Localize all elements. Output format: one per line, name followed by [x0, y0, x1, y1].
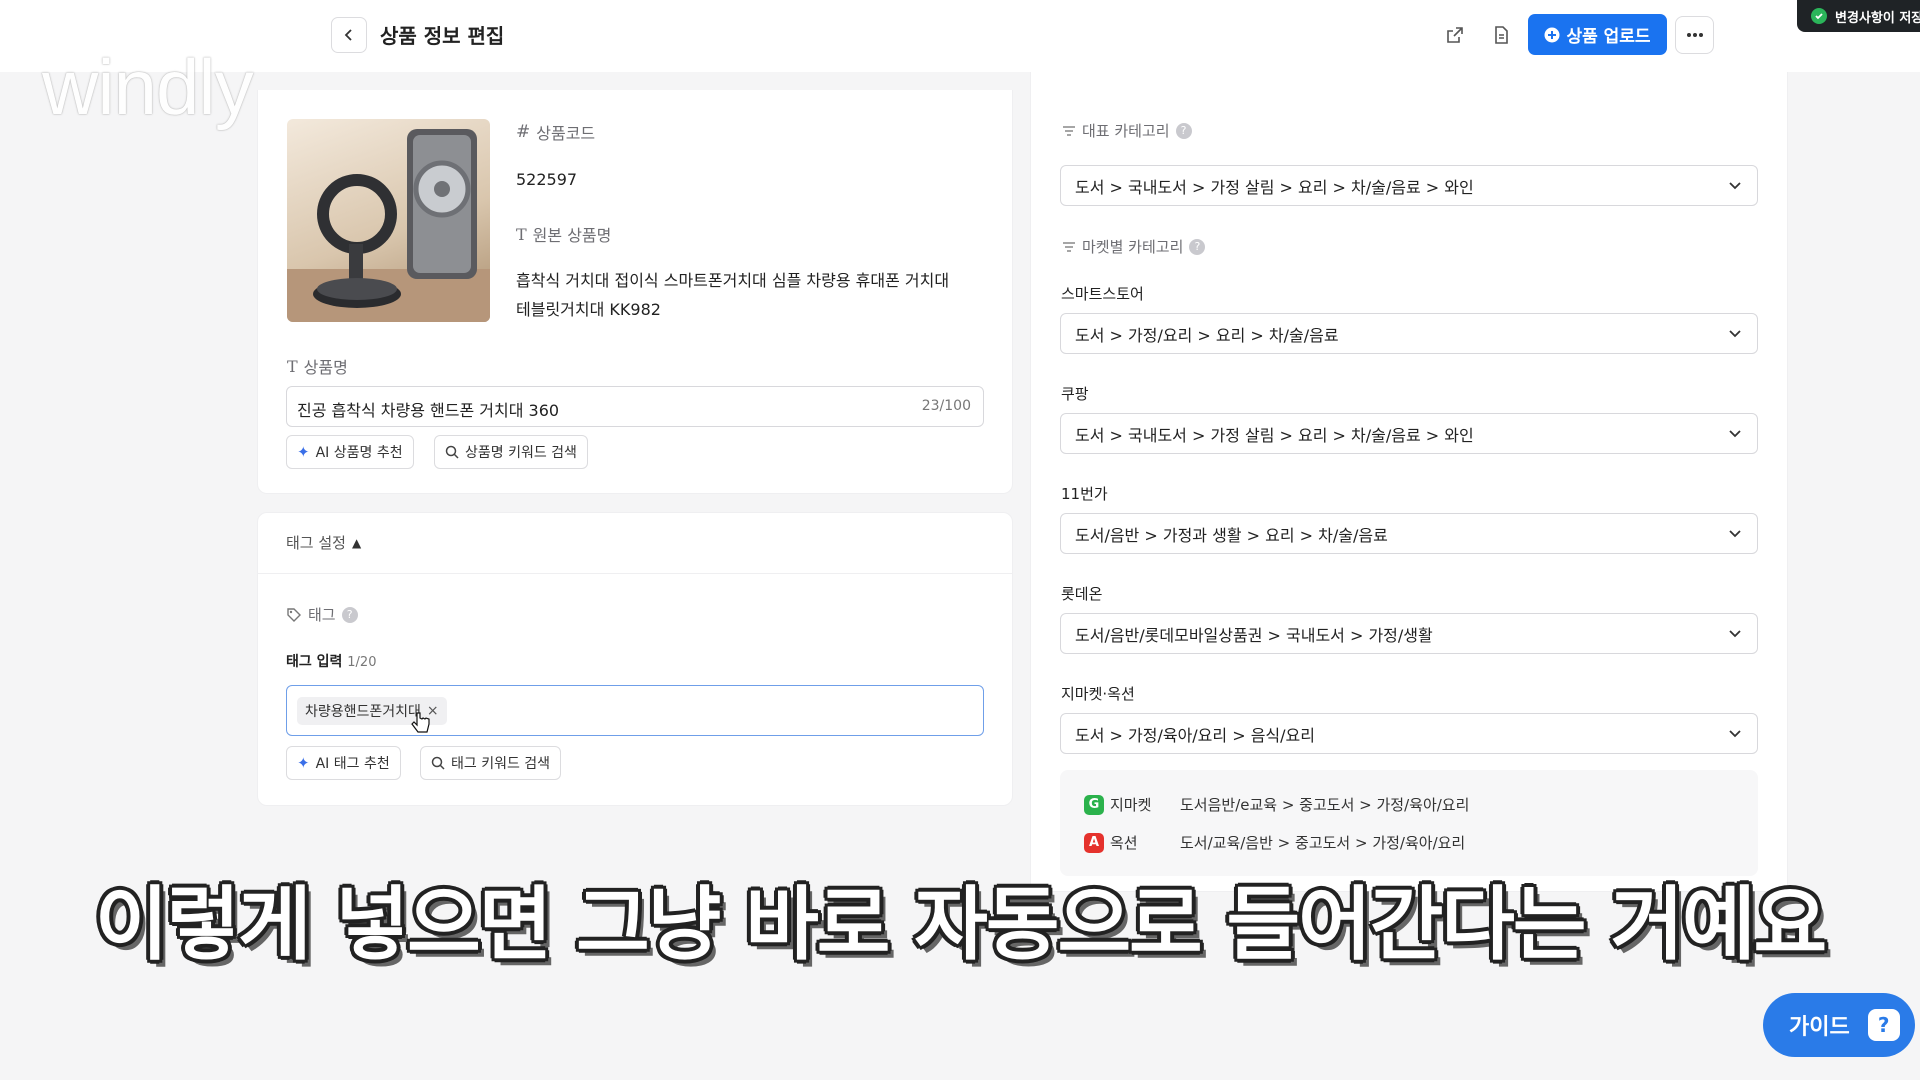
product-name-keyword-button[interactable]: 상품명 키워드 검색: [434, 435, 588, 469]
coupang-category-select[interactable]: 도서 > 국내도서 > 가정 살림 > 요리 > 차/술/음료 > 와인: [1060, 413, 1758, 454]
tag-keyword-button[interactable]: 태그 키워드 검색: [420, 746, 562, 780]
market-category-label: 마켓별 카테고리 ?: [1062, 236, 1206, 257]
market-name-gmarket-auction: 지마켓·옥션: [1061, 685, 1135, 703]
more-options-button[interactable]: [1675, 16, 1714, 54]
tag-input-label: 태그 입력 1/20: [286, 654, 377, 670]
tag-chip-label: 차량용핸드폰거치대: [305, 704, 421, 720]
toast-text: 변경사항이 저장됨: [1835, 10, 1920, 26]
chat-help-icon: ?: [1867, 1009, 1900, 1041]
save-toast: 변경사항이 저장됨: [1797, 0, 1920, 32]
auction-name: 옥션: [1110, 834, 1138, 852]
smartstore-category-select[interactable]: 도서 > 가정/요리 > 요리 > 차/술/음료: [1060, 313, 1758, 354]
tag-section-toggle[interactable]: 태그 설정 ▲: [286, 532, 361, 553]
main-category-label: 대표 카테고리 ?: [1062, 120, 1192, 141]
auction-category: 도서/교육/음반 > 중고도서 > 가정/육아/요리: [1180, 834, 1466, 852]
filter-icon: [1063, 125, 1075, 136]
tag-input[interactable]: 차량용핸드폰거치대 ×: [286, 685, 984, 736]
product-name-label: T 상품명: [287, 356, 348, 378]
chevron-down-icon: [1729, 329, 1741, 337]
chevron-down-icon: [1729, 629, 1741, 637]
gmarket-row: G 지마켓 도서음반/e교육 > 중고도서 > 가정/육아/요리: [1084, 794, 1469, 815]
ai-tag-button[interactable]: ✦ AI 태그 추천: [286, 746, 401, 780]
chevron-down-icon: [1729, 529, 1741, 537]
guide-button-label: 가이드: [1789, 1015, 1850, 1040]
top-bar: 상품 정보 편집 상품 업로드: [0, 0, 1920, 72]
text-type-icon: T: [287, 356, 298, 376]
upload-button[interactable]: 상품 업로드: [1528, 14, 1667, 55]
11st-category-select[interactable]: 도서/음반 > 가정과 생활 > 요리 > 차/술/음료: [1060, 513, 1758, 554]
chevron-down-icon: [1729, 429, 1741, 437]
help-icon[interactable]: ?: [1175, 122, 1192, 139]
chevron-down-icon: [1729, 181, 1741, 189]
search-icon: [431, 756, 445, 770]
divider: [257, 573, 1013, 574]
video-subtitle: 이렇게 넣으면 그냥 바로 자동으로 들어간다는 거예요: [94, 878, 1827, 971]
auction-row: A 옥션 도서/교육/음반 > 중고도서 > 가정/육아/요리: [1084, 832, 1465, 853]
chevron-left-icon: [344, 29, 352, 41]
chevron-down-icon: [1729, 729, 1741, 737]
hand-cursor-icon: [411, 712, 430, 733]
page-title: 상품 정보 편집: [380, 24, 505, 48]
ai-product-name-button[interactable]: ✦ AI 상품명 추천: [286, 435, 414, 469]
market-name-smartstore: 스마트스토어: [1061, 285, 1144, 303]
hash-icon: #: [516, 122, 531, 142]
product-name-counter: 23/100: [921, 398, 971, 414]
watermark-logo: windly: [42, 43, 254, 131]
sparkle-icon: ✦: [297, 754, 310, 772]
help-icon[interactable]: ?: [1189, 238, 1206, 255]
market-name-coupang: 쿠팡: [1061, 385, 1089, 403]
filter-icon: [1063, 241, 1075, 252]
tag-input-counter: 1/20: [347, 655, 377, 670]
gmarket-auction-category-select[interactable]: 도서 > 가정/육아/요리 > 음식/요리: [1060, 713, 1758, 754]
market-name-11st: 11번가: [1061, 485, 1108, 503]
plus-circle-icon: [1544, 27, 1560, 42]
help-icon[interactable]: ?: [341, 606, 358, 623]
document-icon[interactable]: [1487, 21, 1515, 49]
tag-icon: [287, 607, 301, 622]
product-code-label: # 상품코드: [516, 122, 596, 143]
lotteon-category-select[interactable]: 도서/음반/롯데모바일상품권 > 국내도서 > 가정/생활: [1060, 613, 1758, 654]
product-image[interactable]: [287, 119, 490, 322]
gmarket-category: 도서음반/e교육 > 중고도서 > 가정/육아/요리: [1180, 796, 1470, 814]
product-name-value: 진공 흡착식 차량용 핸드폰 거치대 360: [297, 401, 560, 420]
product-code-value: 522597: [516, 170, 578, 189]
market-name-lotteon: 롯데온: [1061, 585, 1103, 603]
original-name-label: T 원본 상품명: [516, 224, 612, 246]
back-button[interactable]: [331, 17, 367, 53]
gmarket-logo-icon: G: [1084, 794, 1104, 815]
sparkle-icon: ✦: [297, 443, 310, 461]
auction-logo-icon: A: [1084, 832, 1104, 853]
original-name-line2: 테블릿거치대 KK982: [516, 300, 661, 319]
more-horizontal-icon: [1686, 33, 1703, 37]
upload-button-label: 상품 업로드: [1566, 27, 1651, 47]
tag-label: 태그 ?: [286, 604, 358, 625]
guide-button[interactable]: 가이드 ?: [1763, 993, 1915, 1057]
check-circle-icon: [1811, 8, 1827, 24]
gmarket-name: 지마켓: [1110, 796, 1152, 814]
search-icon: [445, 445, 459, 459]
original-name-line1: 흡착식 거치대 접이식 스마트폰거치대 심플 차량용 휴대폰 거치대: [516, 271, 950, 290]
text-type-icon: T: [516, 224, 527, 244]
main-category-select[interactable]: 도서 > 국내도서 > 가정 살림 > 요리 > 차/술/음료 > 와인: [1060, 165, 1758, 206]
triangle-up-icon: ▲: [351, 535, 362, 550]
external-link-icon[interactable]: [1441, 21, 1469, 49]
product-name-input[interactable]: 진공 흡착식 차량용 핸드폰 거치대 360 23/100: [286, 386, 984, 427]
phone-holder-image: [287, 129, 490, 322]
